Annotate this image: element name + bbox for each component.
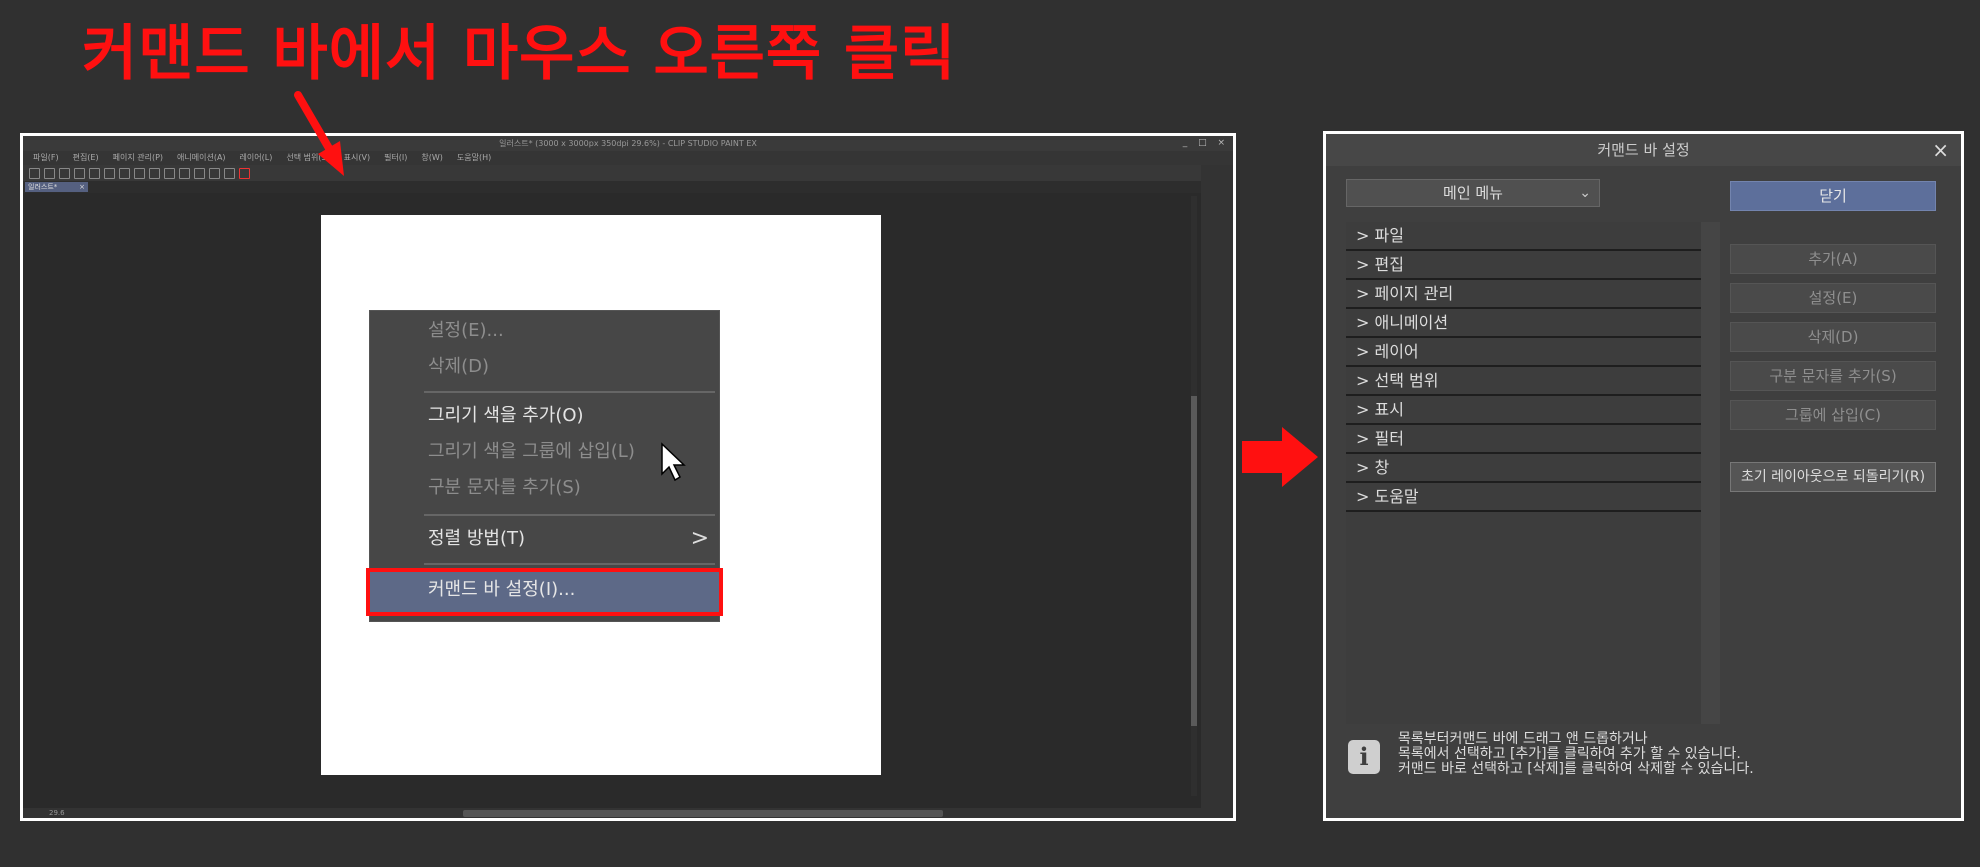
info-line: 목록부터커맨드 바에 드래그 앤 드롭하거나 [1398,731,1648,747]
vertical-scrollbar[interactable] [1191,196,1197,796]
clip-icon[interactable] [239,167,250,179]
menu-tree-items: > 파일 > 편집 > 페이지 관리 > 애니메이션 > 레이어 > 선택 범위… [1346,222,1701,724]
dropdown-value: 메인 메뉴 [1443,184,1503,202]
eraser-icon[interactable] [209,167,220,179]
app-menubar: 파일(F) 편집(E) 페이지 관리(P) 애니메이션(A) 레이어(L) 선택… [23,151,1233,165]
transform-icon[interactable] [149,167,160,179]
side-panel [1201,165,1233,818]
command-bar[interactable] [23,165,1233,181]
tree-item-file[interactable]: > 파일 [1346,222,1701,251]
zoom-level: 29.6 [49,809,65,817]
menu-item-sort-label: 정렬 방법(T) [428,528,526,549]
reset-layout-button[interactable]: 초기 레이아웃으로 되돌리기(R) [1730,462,1936,492]
menu-animation[interactable]: 애니메이션(A) [177,151,226,165]
app-window: 일러스트* (3000 x 3000px 350dpi 29.6%) - CLI… [20,133,1236,821]
tree-item-edit[interactable]: > 편집 [1346,251,1701,280]
menu-item-delete[interactable]: 삭제(D) [370,352,719,382]
menu-window[interactable]: 창(W) [421,151,443,165]
info-text: 목록부터커맨드 바에 드래그 앤 드롭하거나 목록에서 선택하고 [추가]를 클… [1398,732,1754,777]
menu-source-dropdown[interactable]: 메인 메뉴 ⌄ [1346,179,1600,207]
new-file-icon[interactable] [29,167,40,179]
document-tab[interactable]: 일러스트* × [25,182,88,192]
menu-file[interactable]: 파일(F) [33,151,59,165]
crop-icon[interactable] [134,167,145,179]
scrollbar-thumb[interactable] [1191,396,1197,726]
context-menu: 설정(E)... 삭제(D) 그리기 색을 추가(O) 그리기 색을 그룹에 삽… [366,310,723,622]
add-button[interactable]: 추가(A) [1730,244,1936,274]
menu-layer[interactable]: 레이어(L) [240,151,273,165]
menu-item-settings[interactable]: 설정(E)... [370,316,719,346]
pen-icon[interactable] [179,167,190,179]
app-title: 일러스트* (3000 x 3000px 350dpi 29.6%) - CLI… [499,139,757,148]
menu-separator [424,391,715,393]
close-icon[interactable]: × [1932,134,1949,166]
tree-item-help[interactable]: > 도움말 [1346,483,1701,512]
redo-icon[interactable] [89,167,100,179]
menu-tree-scrollbar[interactable] [1701,222,1720,724]
tree-item-window[interactable]: > 창 [1346,454,1701,483]
info-panel: i 목록부터커맨드 바에 드래그 앤 드롭하거나 목록에서 선택하고 [추가]를… [1346,730,1936,800]
horizontal-scrollbar[interactable] [463,810,943,817]
submenu-arrow-icon: > [690,526,709,551]
settings-button[interactable]: 설정(E) [1730,283,1936,313]
undo-icon[interactable] [74,167,85,179]
app-titlebar: 일러스트* (3000 x 3000px 350dpi 29.6%) - CLI… [23,136,1233,151]
info-line: 목록에서 선택하고 [추가]를 클릭하여 추가 할 수 있습니다. [1398,746,1741,762]
tree-item-filter[interactable]: > 필터 [1346,425,1701,454]
fill-icon[interactable] [119,167,130,179]
menu-item-add-draw-color[interactable]: 그리기 색을 추가(O) [370,401,719,431]
settings-icon[interactable] [104,167,115,179]
menu-separator [424,514,715,516]
document-tab-label: 일러스트* [28,183,58,191]
menu-tree[interactable]: > 파일 > 편집 > 페이지 관리 > 애니메이션 > 레이어 > 선택 범위… [1346,222,1720,724]
tree-item-layer[interactable]: > 레이어 [1346,338,1701,367]
save-icon[interactable] [59,167,70,179]
menu-item-insert-draw-color-group[interactable]: 그리기 색을 그룹에 삽입(L) [370,437,719,467]
tree-item-animation[interactable]: > 애니메이션 [1346,309,1701,338]
command-bar-settings-dialog: 커맨드 바 설정 × 메인 메뉴 ⌄ > 파일 > 편집 > 페이지 관리 > … [1323,131,1964,821]
delete-button[interactable]: 삭제(D) [1730,322,1936,352]
tree-item-page[interactable]: > 페이지 관리 [1346,280,1701,309]
layer-icon[interactable] [224,167,235,179]
info-icon: i [1348,740,1380,774]
add-separator-button[interactable]: 구분 문자를 추가(S) [1730,361,1936,391]
close-button[interactable]: 닫기 [1730,181,1936,211]
dialog-title: 커맨드 바 설정 [1597,141,1690,159]
right-arrow-icon [1242,427,1318,487]
document-tabs: 일러스트* × [23,181,1233,193]
select-icon[interactable] [164,167,175,179]
menu-edit[interactable]: 편집(E) [73,151,99,165]
chevron-down-icon: ⌄ [1579,185,1591,201]
menu-item-command-bar-settings[interactable]: 커맨드 바 설정(I)... [366,568,723,616]
window-controls[interactable]: _ □ × [1183,136,1229,151]
open-file-icon[interactable] [44,167,55,179]
menu-page[interactable]: 페이지 관리(P) [113,151,163,165]
menu-help[interactable]: 도움말(H) [457,151,491,165]
dialog-titlebar: 커맨드 바 설정 × [1326,134,1961,166]
menu-item-sort[interactable]: 정렬 방법(T) > [370,524,719,554]
insert-group-button[interactable]: 그룹에 삽입(C) [1730,400,1936,430]
menu-item-add-separator[interactable]: 구분 문자를 추가(S) [370,473,719,503]
tutorial-headline: 커맨드 바에서 마우스 오른쪽 클릭 [82,19,957,89]
brush-icon[interactable] [194,167,205,179]
menu-separator [424,563,715,565]
status-bar: 29.6 [23,808,1233,818]
tree-item-view[interactable]: > 표시 [1346,396,1701,425]
menu-selection[interactable]: 선택 범위(S) [286,151,329,165]
info-line: 커맨드 바로 선택하고 [삭제]를 클릭하여 삭제할 수 있습니다. [1398,761,1754,777]
menu-filter[interactable]: 필터(I) [384,151,407,165]
menu-view[interactable]: 표시(V) [344,151,370,165]
close-icon[interactable]: × [79,182,85,192]
tree-item-selection[interactable]: > 선택 범위 [1346,367,1701,396]
